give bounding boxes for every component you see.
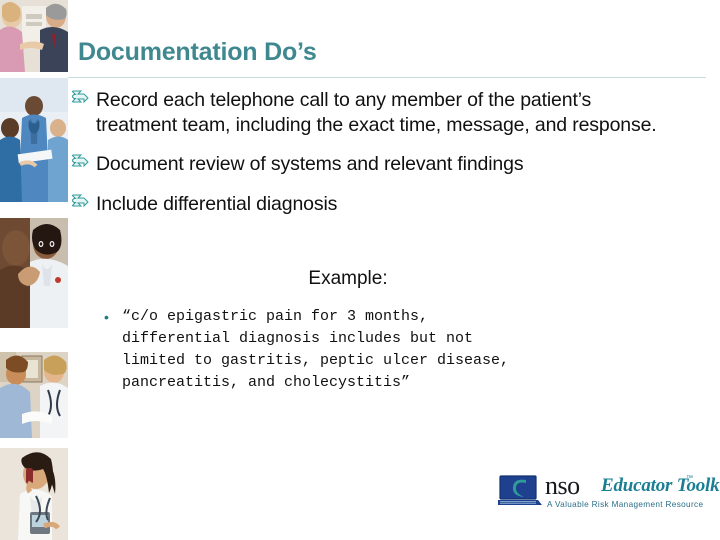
photo-1-art [0,0,68,72]
example-quote-text: “c/o epigastric pain for 3 months, diffe… [122,308,510,391]
photo-two-clinicians-seated [0,352,68,438]
photo-3-art [0,218,68,328]
arrow-flag-glyph [71,154,89,168]
bullet-text: Document review of systems and relevant … [96,153,524,175]
bullet-text: Record each telephone call to any member… [96,89,657,136]
logo-trademark-symbol: ™ [686,475,693,482]
laptop-icon [498,475,542,505]
photo-2-art [0,78,68,202]
arrow-flag-glyph [71,90,89,104]
photo-5-art [0,448,68,540]
teal-arrow-bullet-icon [71,151,96,177]
logo-tagline: A Valuable Risk Management Resource [547,500,704,509]
example-heading: Example: [308,268,388,289]
bullet-item: Document review of systems and relevant … [71,151,672,178]
teal-arrow-bullet-icon [71,191,96,217]
nso-educator-toolkit-logo: nso Educator Toolkit ™ A Valuable Risk M… [498,471,720,518]
title-divider [68,77,706,78]
bullet-item: Record each telephone call to any member… [71,87,672,138]
teal-arrow-bullet-icon [71,87,96,113]
bullet-text: Include differential diagnosis [96,193,338,215]
photo-nurse-with-elderly-patient [0,0,68,72]
photo-nurse-speaking-with-patient [0,218,68,328]
photo-strip [0,0,68,540]
photo-clinical-team-in-scrubs [0,78,68,202]
photo-4-art [0,352,68,438]
example-bullet-item: • “c/o epigastric pain for 3 months, dif… [104,306,509,394]
example-dot-icon: • [104,309,109,325]
photo-nurse-on-telephone [0,448,68,540]
bullet-item: Include differential diagnosis [71,191,672,218]
slide-content: Documentation Do’s Record each telephone… [68,0,720,540]
logo-brand-text: nso [545,471,580,500]
arrow-flag-glyph [71,194,89,208]
bullet-list: Record each telephone call to any member… [71,87,672,232]
page-title: Documentation Do’s [78,38,317,66]
logo-product-text: Educator Toolkit [601,475,720,496]
